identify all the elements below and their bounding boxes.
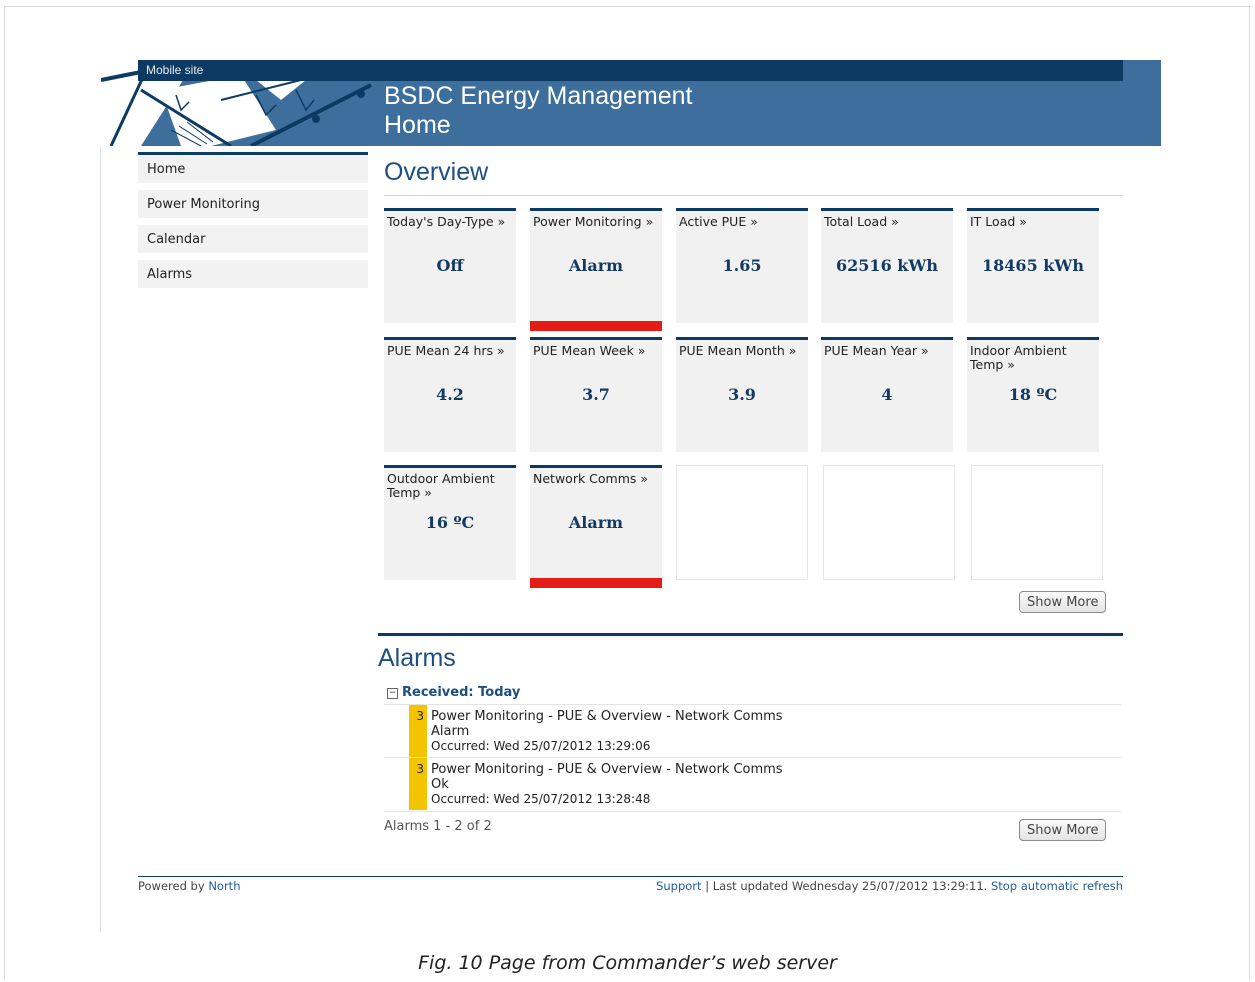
top-strip xyxy=(138,60,1123,81)
tile-day-type[interactable]: Today's Day-Type » Off xyxy=(384,208,516,323)
page-edge xyxy=(100,146,101,932)
tile-value: 62516 kWh xyxy=(836,256,938,275)
footer-separator: | xyxy=(701,879,713,893)
tile-empty xyxy=(676,465,808,580)
tile-total-load[interactable]: Total Load » 62516 kWh xyxy=(821,208,953,323)
nav-item-calendar[interactable]: Calendar xyxy=(138,225,368,253)
alarm-source: Power Monitoring - PUE & Overview - Netw… xyxy=(431,762,783,777)
collapse-icon[interactable]: − xyxy=(387,688,398,699)
tile-value: 3.9 xyxy=(728,385,756,404)
tile-pue-mean-year[interactable]: PUE Mean Year » 4 xyxy=(821,337,953,452)
alarm-state: Alarm xyxy=(431,724,470,739)
alarm-occurred: Occurred: Wed 25/07/2012 13:29:06 xyxy=(431,739,651,753)
stop-refresh-link[interactable]: Stop automatic refresh xyxy=(991,879,1123,893)
tile-label[interactable]: Outdoor Ambient Temp » xyxy=(387,472,514,500)
alarms-pager: Alarms 1 - 2 of 2 xyxy=(384,819,492,834)
tile-pue-mean-24hrs[interactable]: PUE Mean 24 hrs » 4.2 xyxy=(384,337,516,452)
tile-value: 1.65 xyxy=(722,256,762,275)
mobile-site-link[interactable]: Mobile site xyxy=(146,63,203,77)
alarm-source: Power Monitoring - PUE & Overview - Netw… xyxy=(431,709,783,724)
tile-value: 18 ºC xyxy=(1008,385,1058,404)
alarm-status-bar xyxy=(530,321,662,331)
tile-label[interactable]: PUE Mean 24 hrs » xyxy=(387,344,514,358)
figure-caption: Fig. 10 Page from Commander’s web server xyxy=(418,952,837,974)
severity-badge: 3 xyxy=(409,758,427,810)
tile-label[interactable]: PUE Mean Year » xyxy=(824,344,951,358)
tile-pue-mean-week[interactable]: PUE Mean Week » 3.7 xyxy=(530,337,662,452)
tile-indoor-ambient-temp[interactable]: Indoor Ambient Temp » 18 ºC xyxy=(967,337,1099,452)
tile-power-monitoring[interactable]: Power Monitoring » Alarm xyxy=(530,208,662,331)
tile-value: 4 xyxy=(881,385,893,404)
alarm-occurred: Occurred: Wed 25/07/2012 13:28:48 xyxy=(431,792,651,806)
footer-powered-by: Powered by North xyxy=(138,879,240,893)
alarms-divider xyxy=(378,633,1123,636)
tile-pue-mean-month[interactable]: PUE Mean Month » 3.9 xyxy=(676,337,808,452)
alarm-group-label: Received: Today xyxy=(402,685,521,700)
overview-show-more-button[interactable]: Show More xyxy=(1019,591,1107,613)
alarm-list-end-divider xyxy=(384,811,1121,812)
site-banner: Mobile site BSDC Energy Management Home xyxy=(101,60,1161,146)
alarm-status-bar xyxy=(530,578,662,588)
site-title-block: BSDC Energy Management Home xyxy=(384,82,692,140)
alarms-show-more-button[interactable]: Show More xyxy=(1019,819,1107,841)
tile-value: Alarm xyxy=(568,256,624,275)
alarms-heading: Alarms xyxy=(378,644,456,672)
tile-label[interactable]: Today's Day-Type » xyxy=(387,215,514,229)
overview-divider xyxy=(384,195,1123,196)
tile-label[interactable]: Total Load » xyxy=(824,215,951,229)
footer-divider xyxy=(138,876,1123,877)
page-subtitle: Home xyxy=(384,111,451,139)
tile-value: Alarm xyxy=(568,513,624,532)
tile-label[interactable]: Indoor Ambient Temp » xyxy=(970,344,1097,372)
tile-value: 18465 kWh xyxy=(982,256,1084,275)
tile-label[interactable]: Network Comms » xyxy=(533,472,660,486)
site-title: BSDC Energy Management xyxy=(384,82,693,110)
nav-item-power-monitoring[interactable]: Power Monitoring xyxy=(138,190,368,218)
alarm-text: Power Monitoring - PUE & Overview - Netw… xyxy=(431,762,783,807)
powered-by-text: Powered by xyxy=(138,879,209,893)
tile-label[interactable]: Active PUE » xyxy=(679,215,806,229)
tile-value: 4.2 xyxy=(436,385,464,404)
tile-label[interactable]: PUE Mean Month » xyxy=(679,344,806,358)
tile-active-pue[interactable]: Active PUE » 1.65 xyxy=(676,208,808,323)
overview-heading: Overview xyxy=(384,158,489,186)
tile-label[interactable]: PUE Mean Week » xyxy=(533,344,660,358)
support-link[interactable]: Support xyxy=(656,879,701,893)
tile-value: 16 ºC xyxy=(425,513,475,532)
tile-value: Off xyxy=(436,256,464,275)
alarm-row[interactable]: 3 Power Monitoring - PUE & Overview - Ne… xyxy=(384,704,1121,758)
north-link[interactable]: North xyxy=(208,879,240,893)
last-updated-text: Last updated Wednesday 25/07/2012 13:29:… xyxy=(712,879,991,893)
tile-value: 3.7 xyxy=(582,385,610,404)
alarm-row[interactable]: 3 Power Monitoring - PUE & Overview - Ne… xyxy=(384,757,1121,811)
tile-empty xyxy=(971,465,1103,580)
tile-it-load[interactable]: IT Load » 18465 kWh xyxy=(967,208,1099,323)
nav-item-alarms[interactable]: Alarms xyxy=(138,260,368,288)
severity-badge: 3 xyxy=(409,705,427,757)
tile-label[interactable]: IT Load » xyxy=(970,215,1097,229)
alarm-text: Power Monitoring - PUE & Overview - Netw… xyxy=(431,709,783,754)
sidebar-nav: Home Power Monitoring Calendar Alarms xyxy=(138,152,368,295)
tile-label[interactable]: Power Monitoring » xyxy=(533,215,660,229)
alarm-state: Ok xyxy=(431,777,449,792)
tile-outdoor-ambient-temp[interactable]: Outdoor Ambient Temp » 16 ºC xyxy=(384,465,516,580)
tile-network-comms[interactable]: Network Comms » Alarm xyxy=(530,465,662,588)
tile-empty xyxy=(823,465,955,580)
nav-item-home[interactable]: Home xyxy=(138,152,368,183)
footer-status: Support | Last updated Wednesday 25/07/2… xyxy=(656,879,1123,893)
alarm-group-header[interactable]: − Received: Today xyxy=(387,685,520,700)
